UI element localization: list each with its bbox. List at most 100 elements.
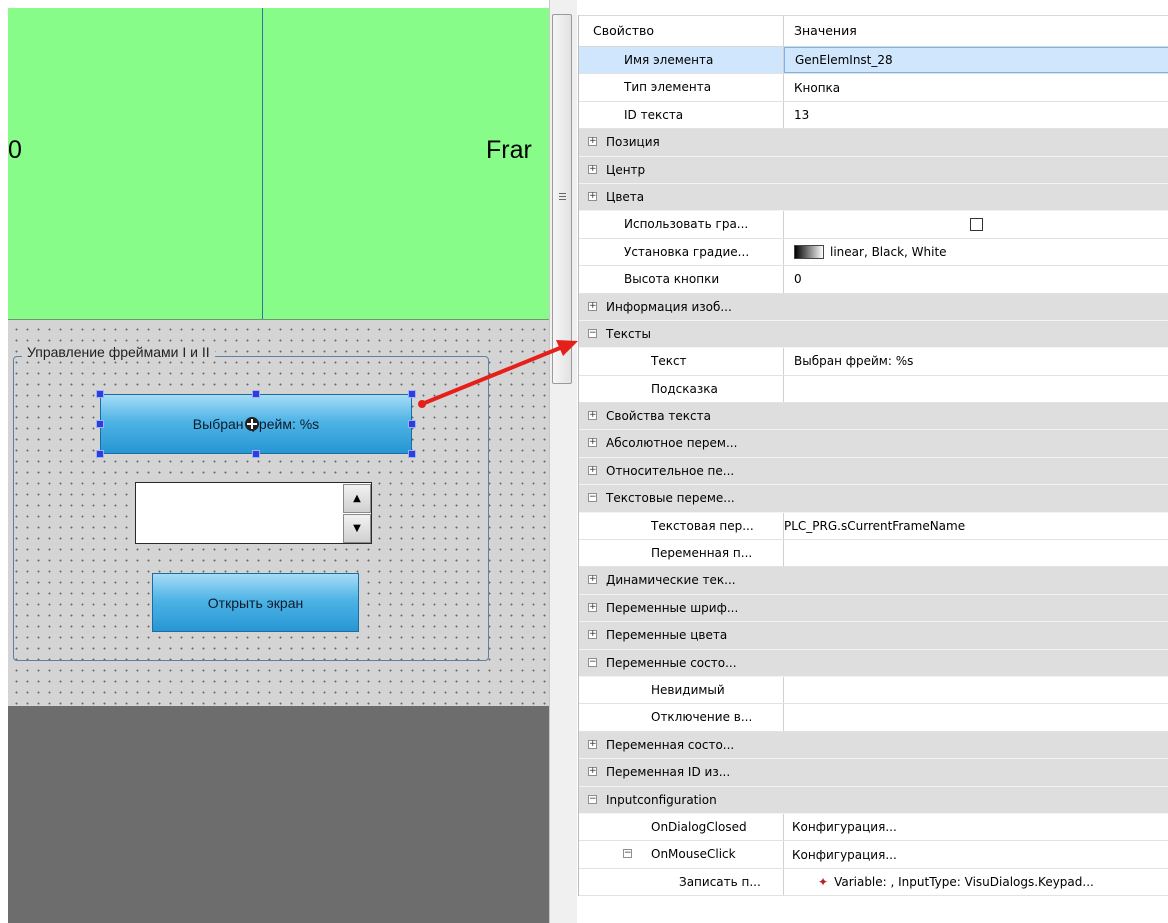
property-row[interactable]: Переменная п... [579, 540, 1168, 568]
expand-icon[interactable]: + [588, 438, 597, 448]
collapse-icon[interactable]: − [623, 849, 632, 859]
expand-icon[interactable]: + [588, 739, 597, 749]
use-gradient-checkbox[interactable] [970, 218, 983, 232]
property-value[interactable]: 13 [794, 102, 809, 128]
expand-icon[interactable]: + [588, 630, 597, 640]
visualization-editor-canvas[interactable]: 0 Frar Управление фреймами I и II Выбран… [0, 0, 549, 923]
column-header-property[interactable]: Свойство [579, 16, 784, 46]
frame-right-text: Frar [486, 136, 532, 164]
spin-down-button[interactable]: ▼ [343, 514, 371, 543]
resize-handle-se[interactable] [408, 450, 416, 458]
category-label: Цвета [606, 189, 645, 204]
category-label: Абсолютное перем... [606, 436, 738, 451]
property-row[interactable]: Установка градие... linear, Black, White [579, 238, 1168, 267]
property-row[interactable]: Отключение в... [579, 704, 1168, 732]
collapse-icon[interactable]: − [588, 328, 597, 338]
grip-line [559, 196, 566, 197]
property-category-row[interactable]: − Текстовые переме... [579, 485, 1168, 513]
property-row[interactable]: − OnMouseClick Конфигурация... [579, 841, 1168, 869]
expand-icon[interactable]: + [588, 575, 597, 585]
property-label: Отключение в... [651, 710, 753, 725]
property-value[interactable]: Кнопка [794, 75, 840, 101]
property-category-row[interactable]: + Переменные цвета [579, 622, 1168, 650]
property-category-row[interactable]: − Переменные состо... [579, 649, 1168, 677]
resize-handle-nw[interactable] [96, 390, 104, 398]
property-category-row[interactable]: − Тексты [579, 320, 1168, 349]
resize-handle-n[interactable] [252, 390, 260, 398]
property-value[interactable]: linear, Black, White [830, 239, 947, 265]
collapse-icon[interactable]: − [588, 794, 597, 804]
property-row[interactable]: Текстовая пер... PLC_PRG.sCurrentFrameNa… [579, 512, 1168, 541]
resize-handle-w[interactable] [96, 420, 104, 428]
property-row[interactable]: Имя элемента GenElemInst_28 [579, 47, 1168, 75]
property-row[interactable]: Невидимый [579, 676, 1168, 705]
category-label: Позиция [606, 135, 660, 150]
property-label: Высота кнопки [624, 272, 720, 287]
property-value[interactable]: Конфигурация... [792, 842, 897, 868]
property-category-row[interactable]: − Inputconfiguration [579, 786, 1168, 814]
expand-icon[interactable]: + [588, 137, 597, 147]
property-category-row[interactable]: + Абсолютное перем... [579, 430, 1168, 458]
frame-element[interactable] [8, 8, 549, 320]
resize-handle-e[interactable] [408, 420, 416, 428]
move-cursor-icon [245, 417, 259, 431]
property-value[interactable]: GenElemInst_28 [795, 48, 893, 72]
expand-icon[interactable]: + [588, 767, 597, 777]
category-label: Информация изоб... [606, 299, 732, 314]
expand-icon[interactable]: + [588, 465, 597, 475]
canvas-top-margin [0, 0, 549, 8]
property-category-row[interactable]: + Позиция [579, 129, 1168, 157]
category-label: Тексты [606, 326, 652, 341]
frame-spin-box[interactable]: ▲ ▼ [135, 482, 372, 544]
triangle-up-icon: ▲ [353, 493, 361, 504]
collapse-icon[interactable]: − [588, 657, 597, 667]
property-row[interactable]: Подсказка [579, 375, 1168, 404]
property-row[interactable]: Высота кнопки 0 [579, 266, 1168, 294]
expand-icon[interactable]: + [588, 164, 597, 174]
property-category-row[interactable]: + Переменная ID из... [579, 759, 1168, 787]
category-label: Переменные шриф... [606, 600, 739, 615]
property-row[interactable]: Текст Выбран фрейм: %s [579, 348, 1168, 376]
resize-handle-ne[interactable] [408, 390, 416, 398]
property-row[interactable]: OnDialogClosed Конфигурация... [579, 813, 1168, 842]
resize-handle-s[interactable] [252, 450, 260, 458]
property-category-row[interactable]: + Динамические тек... [579, 567, 1168, 595]
property-row[interactable]: Записать п... ✦ Variable: , InputType: Vi… [579, 868, 1168, 897]
property-label: Использовать гра... [624, 217, 749, 232]
canvas-left-margin [0, 0, 8, 923]
property-category-row[interactable]: + Информация изоб... [579, 293, 1168, 321]
property-row[interactable]: Использовать гра... [579, 211, 1168, 239]
properties-grid[interactable]: Свойство Значения Имя элемента GenElemIn… [578, 15, 1168, 897]
grip-line [559, 193, 566, 194]
property-category-row[interactable]: + Относительное пе... [579, 457, 1168, 486]
property-value[interactable]: PLC_PRG.sCurrentFrameName [784, 513, 965, 539]
property-category-row[interactable]: + Цвета [579, 183, 1168, 212]
grip-line [559, 199, 566, 200]
property-value[interactable]: Выбран фрейм: %s [794, 348, 913, 374]
property-value[interactable]: Конфигурация... [792, 814, 897, 840]
property-category-row[interactable]: + Центр [579, 156, 1168, 184]
property-label: Невидимый [651, 682, 725, 697]
property-value[interactable]: Variable: , InputType: VisuDialogs.Keypa… [834, 869, 1094, 895]
expand-icon[interactable]: + [588, 411, 597, 421]
expand-icon[interactable]: + [588, 191, 597, 201]
property-row[interactable]: ID текста 13 [579, 101, 1168, 130]
property-category-row[interactable]: + Переменная состо... [579, 731, 1168, 760]
expand-icon[interactable]: + [588, 301, 597, 311]
property-category-row[interactable]: + Свойства текста [579, 403, 1168, 431]
property-category-row[interactable]: + Переменные шриф... [579, 594, 1168, 623]
column-header-values[interactable]: Значения [784, 16, 1168, 46]
category-label: Динамические тек... [606, 573, 736, 588]
variable-icon: ✦ [818, 874, 829, 889]
grid-header: Свойство Значения [579, 15, 1168, 47]
expand-icon[interactable]: + [588, 602, 597, 612]
spin-up-button[interactable]: ▲ [343, 484, 371, 513]
category-label: Переменная состо... [606, 737, 735, 752]
collapse-icon[interactable]: − [588, 493, 597, 503]
frame-left-text: 0 [8, 136, 22, 164]
resize-handle-sw[interactable] [96, 450, 104, 458]
property-row[interactable]: Тип элемента Кнопка [579, 74, 1168, 102]
property-label: Записать п... [679, 874, 761, 889]
property-value[interactable]: 0 [794, 266, 802, 292]
open-screen-button[interactable]: Открыть экран [152, 573, 359, 632]
